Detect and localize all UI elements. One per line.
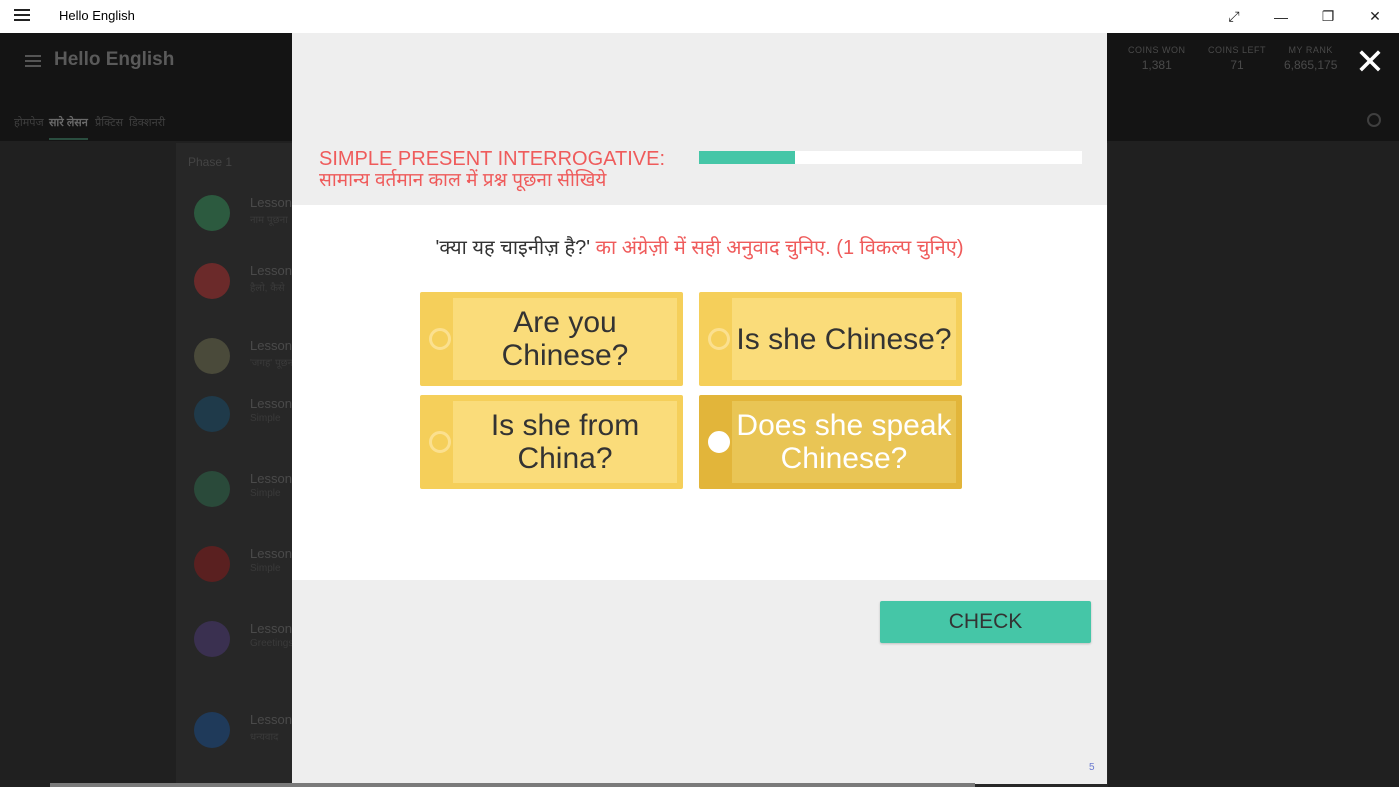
lesson-subtitle: Simple: [250, 413, 281, 424]
quiz-modal: SIMPLE PRESENT INTERROGATIVE: सामान्य वर…: [292, 33, 1107, 784]
lesson-title: Lesson: [250, 263, 292, 278]
hamburger-menu-icon[interactable]: [14, 9, 30, 23]
option-label: Is she Chinese?: [732, 298, 956, 380]
fullscreen-button[interactable]: ⤢: [1211, 0, 1257, 33]
radio-icon[interactable]: [429, 328, 451, 350]
lesson-subtitle: हैलो, कैसे: [250, 283, 285, 294]
option-label: Are you Chinese?: [453, 298, 677, 380]
question-area: 'क्या यह चाइनीज़ है?' का अंग्रेज़ी में स…: [292, 205, 1107, 580]
lesson-title: Lesson: [250, 338, 292, 353]
stat-coins-won: COINS WON 1,381: [1128, 45, 1186, 72]
stat-label: COINS WON: [1128, 45, 1186, 55]
stat-label: MY RANK: [1288, 45, 1333, 55]
lesson-subtitle: Simple: [250, 488, 281, 499]
lesson-icon: [194, 621, 230, 657]
restore-button[interactable]: ❐: [1305, 0, 1351, 33]
lesson-subtitle: Greetings: [250, 638, 294, 649]
lesson-title: Lesson: [250, 195, 292, 210]
search-icon[interactable]: [1367, 113, 1381, 127]
answer-option[interactable]: Does she speak Chinese?: [699, 395, 962, 489]
page-number: 5: [1089, 762, 1095, 773]
lesson-icon: [194, 338, 230, 374]
close-icon[interactable]: ✕: [1353, 44, 1387, 80]
lesson-title: Lesson: [250, 546, 292, 561]
lesson-subtitle: नाम पूछना: [250, 215, 288, 226]
window-title: Hello English: [59, 8, 135, 23]
question-prompt: 'क्या यह चाइनीज़ है?' का अंग्रेज़ी में स…: [292, 233, 1107, 260]
lesson-icon: [194, 471, 230, 507]
tab-home[interactable]: होमपेज: [14, 115, 44, 130]
tab-dictionary[interactable]: डिक्शनरी: [129, 115, 165, 130]
lesson-icon: [194, 712, 230, 748]
answer-option[interactable]: Is she from China?: [420, 395, 683, 489]
lesson-title: Lesson: [250, 471, 292, 486]
stat-value: 71: [1230, 58, 1244, 72]
tab-practice[interactable]: प्रैक्टिस: [95, 115, 123, 130]
radio-icon[interactable]: [708, 431, 730, 453]
progress-bar: [699, 151, 1082, 164]
phase-label: Phase 1: [188, 155, 233, 169]
minimize-button[interactable]: —: [1258, 0, 1304, 33]
lesson-subtitle: 'जगह' पूछना: [250, 358, 295, 369]
radio-icon[interactable]: [708, 328, 730, 350]
lesson-topic-title: SIMPLE PRESENT INTERROGATIVE:: [319, 148, 665, 170]
lesson-title-block: SIMPLE PRESENT INTERROGATIVE: सामान्य वर…: [319, 148, 665, 192]
check-button[interactable]: CHECK: [880, 601, 1091, 643]
question-instruction: का अंग्रेज़ी में सही अनुवाद चुनिए. (1 वि…: [590, 237, 964, 259]
stat-value: 6,865,175: [1284, 58, 1338, 72]
app-menu-icon[interactable]: [25, 55, 41, 67]
lesson-topic-subtitle: सामान्य वर्तमान काल में प्रश्न पूछना सीख…: [319, 170, 607, 191]
lesson-icon: [194, 396, 230, 432]
lesson-title: Lesson: [250, 712, 292, 727]
progress-fill: [699, 151, 795, 164]
lesson-icon: [194, 195, 230, 231]
option-label: Is she from China?: [453, 401, 677, 483]
stat-coins-left: COINS LEFT 71: [1208, 45, 1266, 72]
lesson-title: Lesson: [250, 396, 292, 411]
option-label: Does she speak Chinese?: [732, 401, 956, 483]
lesson-title: Lesson: [250, 621, 292, 636]
horizontal-scrollbar[interactable]: [50, 783, 975, 787]
stat-value: 1,381: [1141, 58, 1172, 72]
tab-all-lessons[interactable]: सारे लेसन: [49, 115, 88, 140]
radio-icon[interactable]: [429, 431, 451, 453]
lesson-subtitle: Simple: [250, 563, 281, 574]
question-text: 'क्या यह चाइनीज़ है?': [435, 237, 591, 259]
stat-label: COINS LEFT: [1208, 45, 1267, 55]
lesson-subtitle: धन्यवाद: [250, 732, 279, 743]
lesson-icon: [194, 263, 230, 299]
lesson-icon: [194, 546, 230, 582]
stat-my-rank: MY RANK 6,865,175: [1284, 45, 1337, 72]
window-close-button[interactable]: ✕: [1352, 0, 1398, 33]
answer-option[interactable]: Are you Chinese?: [420, 292, 683, 386]
window-title-bar: Hello English ⤢ — ❐ ✕: [0, 0, 1399, 33]
app-brand: Hello English: [54, 49, 175, 70]
answer-option[interactable]: Is she Chinese?: [699, 292, 962, 386]
